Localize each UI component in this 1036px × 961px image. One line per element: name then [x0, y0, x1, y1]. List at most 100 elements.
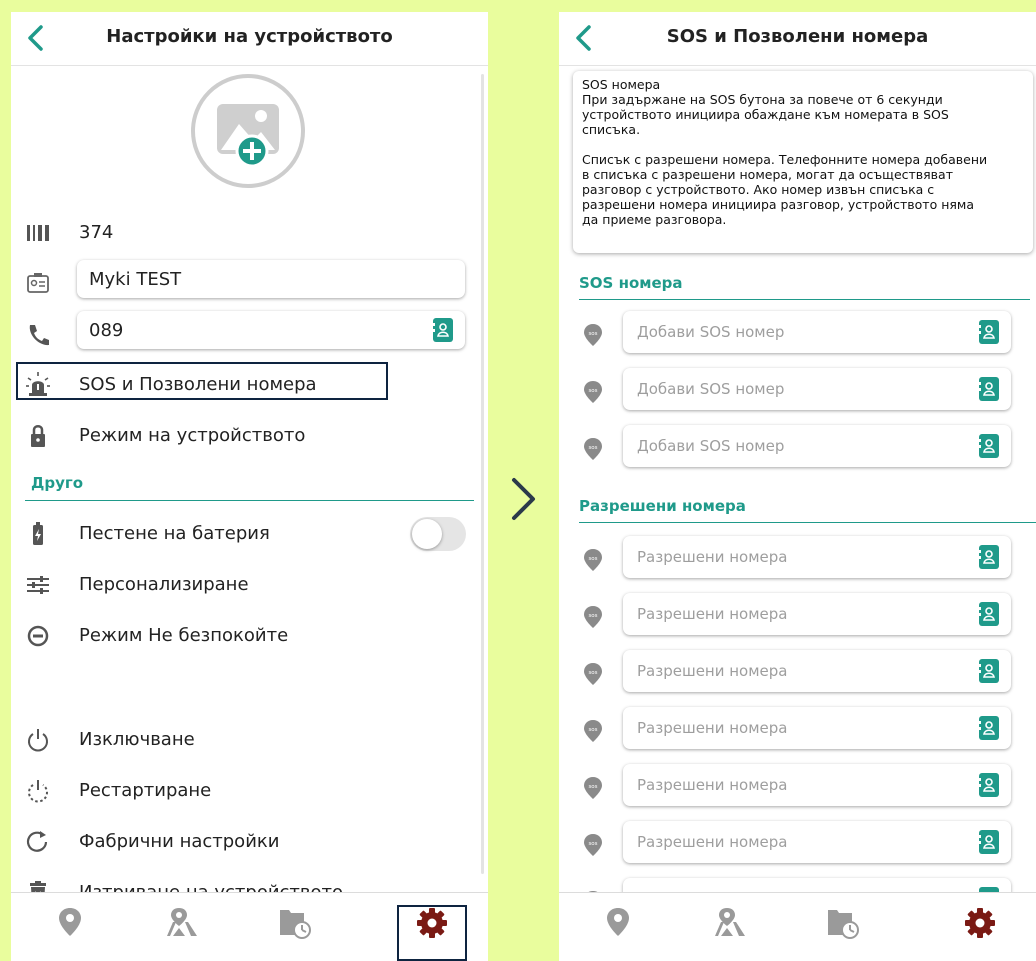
allowed-number-row: sos Разрешени номера — [559, 764, 1036, 808]
sos-pin-icon: sos — [584, 606, 602, 628]
do-not-disturb-row[interactable]: Режим Не безпокойте — [11, 616, 488, 656]
battery-saving-toggle[interactable] — [410, 517, 466, 551]
sos-pin-icon: sos — [584, 777, 602, 799]
back-chevron-icon[interactable] — [571, 23, 597, 53]
number-placeholder: Разрешени номера — [637, 662, 788, 680]
svg-text:sos: sos — [588, 388, 597, 394]
allowed-number-row: sos Разрешени номера — [559, 593, 1036, 637]
contact-book-icon[interactable] — [979, 545, 999, 569]
number-placeholder: Разрешени номера — [637, 719, 788, 737]
personalize-row[interactable]: Персонализиране — [11, 565, 488, 605]
contact-book-icon[interactable] — [979, 773, 999, 797]
highlight-sos-menu — [16, 362, 388, 400]
number-input[interactable]: Разрешени номера — [623, 707, 1011, 749]
section-sos-title: SOS номера — [579, 274, 683, 292]
settings-scroll[interactable]: 374 Myki TEST 089 SOS и Позволени номера… — [11, 66, 488, 893]
phone-number-field[interactable]: 089 — [77, 311, 465, 349]
contact-book-icon[interactable] — [433, 318, 453, 342]
contact-book-icon[interactable] — [979, 434, 999, 458]
sos-number-row: sos Добави SOS номер — [559, 368, 1036, 412]
contact-book-icon[interactable] — [979, 377, 999, 401]
section-divider — [25, 500, 474, 501]
contact-book-icon[interactable] — [979, 659, 999, 683]
svg-text:sos: sos — [588, 445, 597, 451]
section-allowed-title: Разрешени номера — [579, 497, 746, 515]
sos-pin-icon: sos — [584, 381, 602, 403]
number-input[interactable]: Разрешени номера — [623, 593, 1011, 635]
scrollbar[interactable] — [481, 74, 484, 874]
chevron-right-icon — [512, 478, 535, 520]
number-input[interactable]: Разрешени номера — [623, 764, 1011, 806]
personalize-label: Персонализиране — [79, 574, 249, 595]
contact-book-icon[interactable] — [979, 602, 999, 626]
add-photo-button[interactable] — [191, 74, 305, 188]
power-icon — [28, 729, 48, 752]
sliders-icon — [27, 576, 49, 594]
numbers-scroll[interactable]: SOS номера При задържане на SOS бутона з… — [559, 66, 1036, 893]
number-input[interactable]: Добави SOS номер — [623, 368, 1011, 410]
page-title: SOS и Позволени номера — [666, 26, 929, 47]
sos-pin-icon: sos — [584, 549, 602, 571]
power-off-row[interactable]: Изключване — [11, 720, 488, 760]
info-box: SOS номера При задържане на SOS бутона з… — [573, 71, 1033, 253]
svg-text:sos: sos — [588, 784, 597, 790]
number-input[interactable]: Разрешени номера — [623, 536, 1011, 578]
image-plus-icon — [217, 104, 279, 168]
sos-pin-icon: sos — [584, 720, 602, 742]
nav-history[interactable] — [822, 907, 862, 947]
restart-icon — [28, 780, 48, 803]
back-chevron-icon[interactable] — [23, 23, 49, 53]
number-input[interactable]: Разрешени номера — [623, 821, 1011, 863]
history-icon — [280, 910, 311, 939]
sos-pin-icon: sos — [584, 438, 602, 460]
number-placeholder: Добави SOS номер — [637, 380, 785, 398]
nav-location[interactable] — [598, 907, 638, 947]
factory-reset-label: Фабрични настройки — [79, 831, 280, 852]
info-allowed-text: Списък с разрешени номера. Телефонните н… — [582, 152, 988, 227]
number-input[interactable]: Разрешени номера — [623, 650, 1011, 692]
restart-row[interactable]: Рестартиране — [11, 771, 488, 811]
header: SOS и Позволени номера — [559, 12, 1036, 66]
settings-gear-icon — [965, 908, 995, 938]
bottom-nav — [559, 892, 1036, 961]
contact-book-icon[interactable] — [979, 830, 999, 854]
sos-number-row: sos Добави SOS номер — [559, 311, 1036, 355]
number-input[interactable]: Добави SOS номер — [623, 425, 1011, 467]
phone-icon — [29, 325, 49, 346]
number-input[interactable]: Разрешени номера — [623, 878, 1011, 893]
allowed-number-row: sos Разрешени номера — [559, 536, 1036, 580]
battery-saving-label: Пестене на батерия — [79, 523, 270, 544]
nav-settings[interactable] — [960, 907, 1000, 947]
restart-label: Рестартиране — [79, 780, 212, 801]
contact-book-icon[interactable] — [979, 320, 999, 344]
number-placeholder: Разрешени номера — [637, 776, 788, 794]
allowed-number-row: sosРазрешени номера — [559, 878, 1036, 893]
menu-item-label: Режим на устройството — [79, 425, 306, 446]
allowed-number-row: sos Разрешени номера — [559, 707, 1036, 751]
menu-item-device-mode[interactable]: Режим на устройството — [11, 416, 488, 456]
do-not-disturb-label: Режим Не безпокойте — [79, 625, 289, 646]
section-other-title: Друго — [31, 474, 84, 492]
reset-icon — [26, 831, 48, 852]
sos-number-row: sos Добави SOS номер — [559, 425, 1036, 469]
header: Настройки на устройството — [11, 12, 488, 66]
factory-reset-row[interactable]: Фабрични настройки — [11, 822, 488, 862]
svg-text:sos: sos — [588, 670, 597, 676]
nav-map[interactable] — [710, 907, 750, 947]
phone-number-value: 089 — [89, 320, 124, 341]
device-name-value: Myki TEST — [89, 269, 182, 290]
contact-book-icon[interactable] — [979, 716, 999, 740]
number-input[interactable]: Добави SOS номер — [623, 311, 1011, 353]
id-card-icon — [27, 273, 49, 293]
info-sos-text: SOS номера При задържане на SOS бутона з… — [582, 77, 949, 137]
nav-map[interactable] — [162, 907, 202, 947]
do-not-disturb-icon — [27, 625, 49, 647]
highlight-settings-tab — [397, 905, 467, 961]
nav-history[interactable] — [274, 907, 314, 947]
delete-device-row[interactable]: Изтриване на устройството — [11, 873, 488, 893]
nav-location[interactable] — [50, 907, 90, 947]
device-id-row: 374 — [11, 213, 488, 253]
section-divider — [579, 299, 1030, 300]
device-name-field[interactable]: Myki TEST — [77, 260, 465, 298]
battery-saving-row[interactable]: Пестене на батерия — [11, 514, 488, 554]
